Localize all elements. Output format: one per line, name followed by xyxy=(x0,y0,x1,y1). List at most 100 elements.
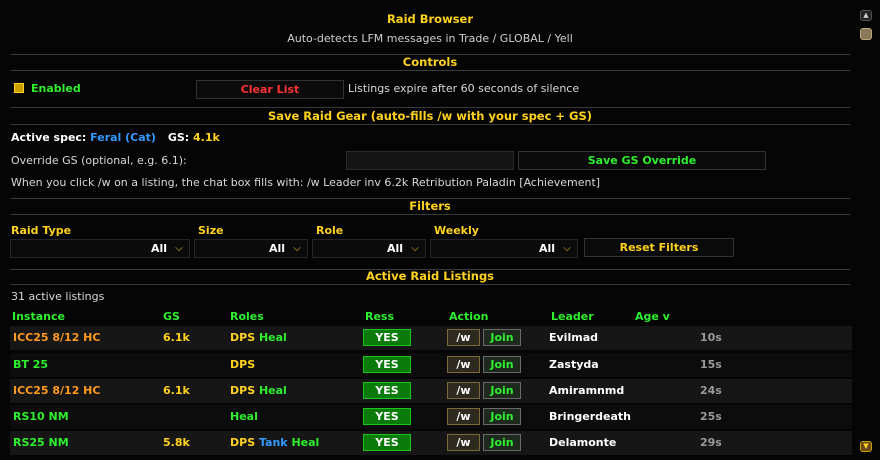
separator xyxy=(10,70,850,71)
role-dps: DPS xyxy=(230,331,256,344)
col-action: Action xyxy=(449,310,489,323)
table-row: ICC25 8/12 HC 6.1k DPS Heal YES/w Join Amiram… xyxy=(10,379,852,403)
row-age: 10s xyxy=(700,331,722,344)
row-gs: 6.1k xyxy=(163,331,190,344)
listings-title: Active Raid Listings xyxy=(365,269,495,283)
size-value: All xyxy=(268,242,285,255)
spec-label: Active spec: xyxy=(11,131,87,144)
filters-title: Filters xyxy=(409,199,451,213)
join-button[interactable]: Join xyxy=(483,329,521,346)
role-heal: Heal xyxy=(258,331,287,344)
row-age: 29s xyxy=(700,436,722,449)
scroll-up-icon[interactable]: ▲ xyxy=(860,10,872,21)
row-leader: Evilmad xyxy=(549,331,598,344)
whisper-button[interactable]: /w xyxy=(447,382,480,399)
override-gs-input[interactable] xyxy=(346,151,514,170)
window-subtitle: Auto-detects LFM messages in Trade / GLO… xyxy=(287,32,573,45)
col-gs[interactable]: GS xyxy=(163,310,180,323)
gear-title: Save Raid Gear (auto-fills /w with your … xyxy=(267,109,593,123)
col-leader[interactable]: Leader xyxy=(551,310,594,323)
chevron-down-icon[interactable]: ⌵ xyxy=(171,241,187,256)
window-title: Raid Browser xyxy=(386,12,474,26)
row-age: 25s xyxy=(700,410,722,423)
role-dps: DPS xyxy=(230,436,256,449)
role-heal: Heal xyxy=(291,436,320,449)
row-roles: DPS Heal xyxy=(230,331,287,344)
role-tank: Tank xyxy=(258,436,288,449)
weekly-label: Weekly xyxy=(434,224,479,237)
scroll-thumb[interactable] xyxy=(860,28,872,40)
separator xyxy=(10,107,850,108)
row-roles: Heal xyxy=(230,410,258,423)
row-instance: BT 25 xyxy=(13,358,49,371)
whisper-button[interactable]: /w xyxy=(447,329,480,346)
row-leader: Zastyda xyxy=(549,358,599,371)
whisper-button[interactable]: /w xyxy=(447,434,480,451)
row-roles: DPS Heal xyxy=(230,384,287,397)
row-gs: 6.1k xyxy=(163,384,190,397)
col-ress[interactable]: Ress xyxy=(365,310,394,323)
row-instance: RS10 NM xyxy=(13,410,69,423)
join-button[interactable]: Join xyxy=(483,382,521,399)
chevron-down-icon[interactable]: ⌵ xyxy=(559,241,575,256)
col-instance[interactable]: Instance xyxy=(12,310,65,323)
ress-badge: YES xyxy=(363,408,411,425)
enabled-checkbox[interactable] xyxy=(14,83,24,93)
row-instance: ICC25 8/12 HC xyxy=(13,331,101,344)
role-label: Role xyxy=(316,224,344,237)
role-heal: Heal xyxy=(258,384,287,397)
role-value: All xyxy=(386,242,403,255)
separator xyxy=(10,214,850,215)
scrollbar[interactable]: ▲ ▼ xyxy=(860,10,872,452)
row-leader: Delamonte xyxy=(549,436,617,449)
override-label: Override GS (optional, e.g. 6.1): xyxy=(11,154,187,167)
ress-badge: YES xyxy=(363,356,411,373)
raid-type-label: Raid Type xyxy=(11,224,72,237)
row-leader: Amiramnmd xyxy=(549,384,625,397)
row-roles: DPS Tank Heal xyxy=(230,436,319,449)
whisper-button[interactable]: /w xyxy=(447,408,480,425)
table-row: BT 25 DPS YES/w Join Zastyda 15s xyxy=(10,353,852,377)
separator xyxy=(10,124,850,125)
gs-label: GS: xyxy=(167,131,190,144)
separator xyxy=(10,284,850,285)
table-row: RS10 NM Heal YES/w Join Bringerdeath 25s xyxy=(10,405,852,429)
weekly-dropdown[interactable]: All ⌵ xyxy=(430,239,578,258)
spec-value: Feral (Cat) xyxy=(90,131,156,144)
weekly-value: All xyxy=(538,242,555,255)
reset-filters-button[interactable]: Reset Filters xyxy=(584,238,734,257)
row-roles: DPS xyxy=(230,358,255,371)
raid-type-value: All xyxy=(150,242,167,255)
controls-title: Controls xyxy=(402,55,458,69)
enabled-label: Enabled xyxy=(31,82,81,95)
chevron-down-icon[interactable]: ⌵ xyxy=(289,241,305,256)
clear-list-button[interactable]: Clear List xyxy=(196,80,344,99)
ress-badge: YES xyxy=(363,329,411,346)
join-button[interactable]: Join xyxy=(483,434,521,451)
row-instance: RS25 NM xyxy=(13,436,69,449)
role-heal: Heal xyxy=(230,410,258,423)
row-age: 15s xyxy=(700,358,722,371)
listing-count: 31 active listings xyxy=(11,290,105,303)
whisper-button[interactable]: /w xyxy=(447,356,480,373)
role-dps: DPS xyxy=(230,384,256,397)
row-instance: ICC25 8/12 HC xyxy=(13,384,101,397)
col-roles[interactable]: Roles xyxy=(230,310,264,323)
raid-type-dropdown[interactable]: All ⌵ xyxy=(10,239,190,258)
chevron-down-icon[interactable]: ⌵ xyxy=(407,241,423,256)
role-dps: DPS xyxy=(230,358,256,371)
size-dropdown[interactable]: All ⌵ xyxy=(194,239,308,258)
size-label: Size xyxy=(198,224,224,237)
col-age[interactable]: Age v xyxy=(635,310,670,323)
whisper-hint: When you click /w on a listing, the chat… xyxy=(11,176,601,189)
row-gs: 5.8k xyxy=(163,436,190,449)
row-age: 24s xyxy=(700,384,722,397)
scroll-down-icon[interactable]: ▼ xyxy=(860,441,872,452)
join-button[interactable]: Join xyxy=(483,356,521,373)
join-button[interactable]: Join xyxy=(483,408,521,425)
save-gs-override-button[interactable]: Save GS Override xyxy=(518,151,766,170)
active-spec: Active spec: Feral (Cat) GS: 4.1k xyxy=(11,131,220,144)
table-row: ICC25 8/12 HC 6.1k DPS Heal YES/w Join Evilma… xyxy=(10,326,852,350)
role-dropdown[interactable]: All ⌵ xyxy=(312,239,426,258)
expire-note: Listings expire after 60 seconds of sile… xyxy=(348,82,580,95)
